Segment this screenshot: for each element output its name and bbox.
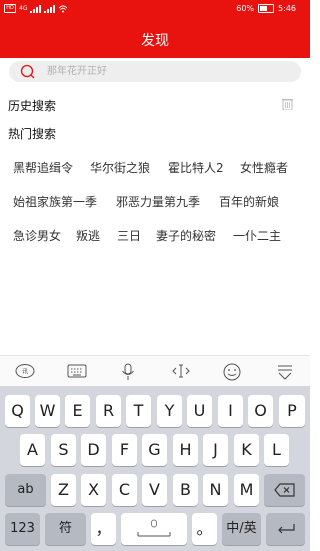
search-input[interactable] xyxy=(47,63,287,80)
page-title: 发现 xyxy=(141,33,169,49)
key-p[interactable]: P xyxy=(279,395,305,427)
symbols-key[interactable]: 符 xyxy=(45,513,86,545)
key-k[interactable]: K xyxy=(234,434,259,466)
status-bar: HD 4G 60% 5:46 xyxy=(0,0,310,18)
keyboard-icon[interactable] xyxy=(67,363,87,379)
key-o[interactable]: O xyxy=(248,395,273,427)
key-x[interactable]: X xyxy=(81,474,106,506)
hot-tag[interactable]: 急诊男女 xyxy=(13,227,61,244)
backspace-icon xyxy=(273,483,295,497)
hot-tag[interactable]: 妻子的秘密 xyxy=(156,227,216,244)
comma-key[interactable]: ， xyxy=(91,513,116,545)
sim-icon: HD xyxy=(4,4,16,13)
hot-tag[interactable]: 黑帮追缉令 xyxy=(13,159,73,176)
key-s[interactable]: S xyxy=(51,434,76,466)
key-q[interactable]: Q xyxy=(5,395,30,427)
smiley-icon[interactable] xyxy=(222,363,242,381)
soft-keyboard: Q W E R T Y U I O P A S D F G H J K L ab… xyxy=(0,386,310,551)
keyboard-toolbar: 讯 xyxy=(0,355,310,387)
key-f[interactable]: F xyxy=(112,434,137,466)
app-header: 发现 xyxy=(0,18,310,58)
enter-key[interactable] xyxy=(266,513,305,545)
key-i[interactable]: I xyxy=(218,395,243,427)
microphone-icon[interactable] xyxy=(120,363,136,381)
space-key[interactable] xyxy=(121,513,187,545)
collapse-keyboard-icon[interactable] xyxy=(276,363,294,381)
signal-icon-2 xyxy=(44,4,56,13)
hot-tag[interactable]: 叛逃 xyxy=(76,227,100,244)
key-e[interactable]: E xyxy=(65,395,90,427)
key-w[interactable]: W xyxy=(35,395,60,427)
key-r[interactable]: R xyxy=(96,395,121,427)
emoji-sticker-icon[interactable]: 讯 xyxy=(15,363,35,379)
key-c[interactable]: C xyxy=(112,474,137,506)
network-type: 4G xyxy=(19,5,28,12)
enter-icon xyxy=(277,524,295,534)
key-y[interactable]: Y xyxy=(157,395,182,427)
battery-icon xyxy=(258,4,275,13)
hot-tag[interactable]: 霍比特人2 xyxy=(168,159,224,176)
key-v[interactable]: V xyxy=(142,474,167,506)
battery-percent: 60% xyxy=(236,4,255,13)
numbers-key[interactable]: 123 xyxy=(5,513,40,545)
key-h[interactable]: H xyxy=(173,434,198,466)
language-switch-key[interactable]: 中/英 xyxy=(222,513,261,545)
trash-icon[interactable] xyxy=(282,98,293,110)
key-n[interactable]: N xyxy=(203,474,228,506)
key-m[interactable]: M xyxy=(234,474,259,506)
signal-icon xyxy=(30,4,42,13)
key-d[interactable]: D xyxy=(81,434,106,466)
space-mic-icon xyxy=(137,519,171,537)
key-j[interactable]: J xyxy=(203,434,228,466)
search-icon xyxy=(20,64,35,79)
period-key[interactable]: 。 xyxy=(192,513,217,545)
hot-tag[interactable]: 邪恶力量第九季 xyxy=(116,193,200,210)
history-title: 历史搜索 xyxy=(8,99,57,113)
search-bar[interactable] xyxy=(9,61,301,82)
key-a[interactable]: A xyxy=(20,434,45,466)
hot-tag[interactable]: 百年的新娘 xyxy=(219,193,279,210)
key-g[interactable]: G xyxy=(142,434,167,466)
svg-text:讯: 讯 xyxy=(22,368,28,376)
cursor-icon[interactable] xyxy=(171,363,191,379)
key-l[interactable]: L xyxy=(264,434,289,466)
key-t[interactable]: T xyxy=(126,395,151,427)
hot-tag[interactable]: 始祖家族第一季 xyxy=(13,193,97,210)
backspace-key[interactable] xyxy=(264,474,305,506)
key-u[interactable]: U xyxy=(187,395,212,427)
hot-search-title: 热门搜索 xyxy=(8,127,57,141)
hot-tag[interactable]: 一仆二主 xyxy=(233,227,281,244)
wifi-icon xyxy=(59,5,68,12)
clock: 5:46 xyxy=(278,4,296,13)
hot-tag[interactable]: 华尔街之狼 xyxy=(90,159,150,176)
key-b[interactable]: B xyxy=(173,474,198,506)
hot-tag[interactable]: 三日 xyxy=(117,227,141,244)
hot-tag[interactable]: 女性瘾者 xyxy=(240,159,288,176)
shift-key[interactable]: ab xyxy=(5,474,46,506)
key-z[interactable]: Z xyxy=(51,474,76,506)
